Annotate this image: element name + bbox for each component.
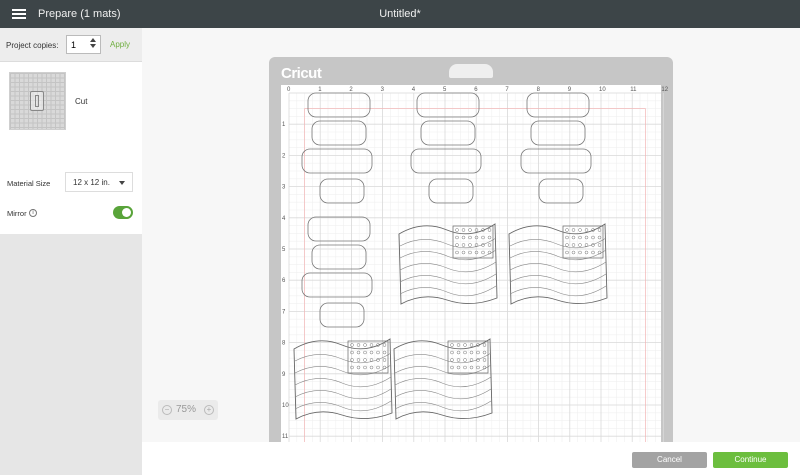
ruler-number-top: 11 — [630, 87, 637, 93]
project-copies-row: Project copies: Apply — [0, 28, 142, 62]
prepare-mats-label: Prepare (1 mats) — [38, 8, 121, 20]
copies-stepper[interactable] — [89, 37, 97, 51]
mat-grid: 0 1122334455667788991010111112 — [281, 85, 669, 447]
info-icon[interactable]: i — [29, 209, 37, 217]
chevron-down-icon — [119, 181, 125, 185]
cancel-button[interactable]: Cancel — [632, 452, 707, 468]
project-copies-label: Project copies: — [6, 41, 59, 50]
material-size-select[interactable]: 12 x 12 in. — [65, 172, 133, 192]
hamburger-menu-icon[interactable] — [12, 9, 26, 19]
mat-cut-label: Cut — [75, 97, 88, 106]
bottom-left-area — [0, 442, 142, 475]
zoom-in-icon[interactable]: + — [204, 405, 214, 415]
mirror-label: Mirror — [7, 209, 27, 218]
zoom-out-icon[interactable]: − — [162, 405, 172, 415]
mat-surface — [281, 85, 661, 445]
top-bar: Prepare (1 mats) Untitled* — [0, 0, 800, 28]
ruler-number-top: 12 — [661, 87, 668, 93]
design-preview-detail — [35, 95, 39, 107]
stepper-up-icon[interactable] — [90, 38, 96, 42]
zoom-control: − 75% + — [158, 400, 218, 420]
ruler-number-top: 10 — [599, 87, 606, 93]
mirror-toggle[interactable] — [113, 206, 133, 219]
ruler-number-left: 11 — [282, 434, 289, 440]
material-size-value: 12 x 12 in. — [73, 178, 110, 187]
left-panel: Project copies: Apply Cut Material Size … — [0, 28, 142, 475]
material-size-label: Material Size — [7, 179, 51, 188]
bottom-bar: Cancel Continue — [0, 442, 800, 475]
stepper-down-icon[interactable] — [90, 44, 96, 48]
apply-button[interactable]: Apply — [110, 40, 130, 49]
ruler-number-left: 10 — [282, 403, 289, 409]
continue-button[interactable]: Continue — [713, 452, 788, 468]
zoom-level: 75% — [176, 404, 197, 415]
mat-preview-panel: Cut Material Size 12 x 12 in. Mirror i — [0, 62, 142, 234]
toggle-knob — [122, 208, 131, 217]
cutting-mat: Cricut 0 1 1 2 2 3 3 4 4 5 5 6 6 7 7 8 8 9 9 10 10 11 11 12 — [269, 57, 673, 447]
mat-thumbnail[interactable] — [9, 72, 66, 130]
